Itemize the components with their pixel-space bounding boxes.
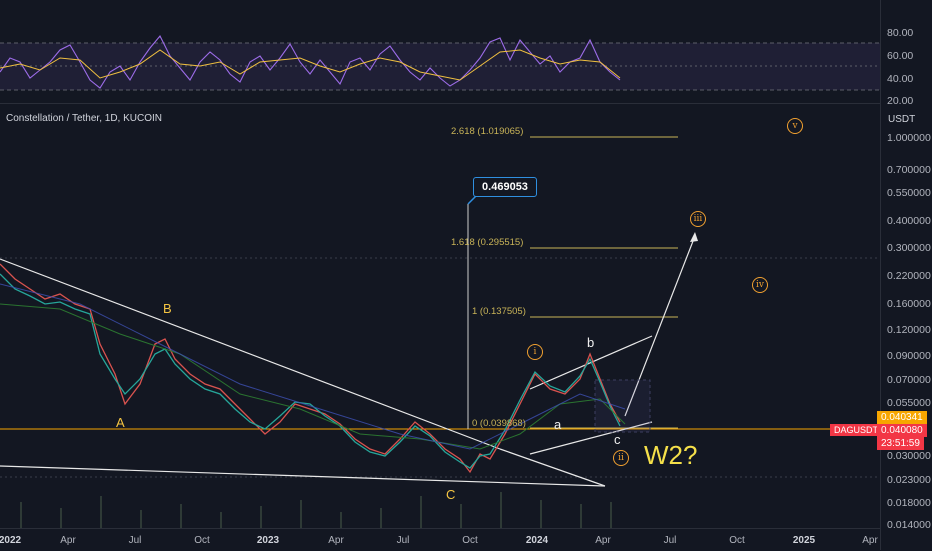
chart-title: Constellation / Tether, 1D, KUCOIN xyxy=(6,113,162,124)
price-tick: 0.160000 xyxy=(887,298,931,310)
fib-label-2618: 2.618 (1.019065) xyxy=(451,126,524,137)
price-tick: 0.055000 xyxy=(887,397,931,409)
wave-circle-ii-icon: ii xyxy=(613,450,629,466)
time-tick: Oct xyxy=(462,535,478,546)
fib-label-1618: 1.618 (0.295515) xyxy=(451,237,524,248)
price-tick: 0.018000 xyxy=(887,497,931,509)
time-tick: Apr xyxy=(595,535,611,546)
wave-label-C: C xyxy=(446,487,456,502)
time-tick: Apr xyxy=(862,535,878,546)
price-tick: 0.120000 xyxy=(887,324,931,336)
time-tick: Oct xyxy=(729,535,745,546)
time-tick: 2024 xyxy=(525,535,549,546)
time-tick: Jul xyxy=(396,535,410,546)
wave-circle-iii-icon: iii xyxy=(690,211,706,227)
time-tick: 2022 xyxy=(0,535,22,546)
price-tick: 0.070000 xyxy=(887,374,931,386)
countdown-tag: 23:51:59 xyxy=(877,437,924,450)
wave-label-c: c xyxy=(614,432,621,447)
wave-label-B: B xyxy=(163,301,172,316)
wave-label-A: A xyxy=(116,415,125,430)
time-tick: Apr xyxy=(60,535,76,546)
time-tick: Oct xyxy=(194,535,210,546)
price-tick: 0.014000 xyxy=(887,519,931,531)
time-tick: Apr xyxy=(328,535,344,546)
rsi-tick-80: 80.00 xyxy=(887,27,914,39)
price-tick: 0.300000 xyxy=(887,242,931,254)
fib-label-1: 1 (0.137505) xyxy=(472,306,526,317)
rsi-tick-60: 60.00 xyxy=(887,50,914,62)
rsi-tick-20: 20.00 xyxy=(887,95,914,107)
price-tick: 0.550000 xyxy=(887,187,931,199)
price-unit[interactable]: USDT xyxy=(888,114,915,125)
fib-label-0: 0 (0.039868) xyxy=(472,418,526,429)
price-tag-current: 0.040341 xyxy=(877,411,927,424)
target-price-label[interactable]: 0.469053 xyxy=(473,177,537,197)
wave-circle-i-icon: i xyxy=(527,344,543,360)
price-tick: 0.023000 xyxy=(887,474,931,486)
rsi-lines xyxy=(0,35,880,91)
price-chart[interactable] xyxy=(0,104,880,528)
symbol-tag: DAGUSDT xyxy=(830,424,883,436)
price-tag-last: 0.040080 xyxy=(877,424,927,437)
price-tick: 0.700000 xyxy=(887,164,931,176)
wave-label-a: a xyxy=(554,417,562,432)
time-tick: Jul xyxy=(128,535,142,546)
wave-circle-v-icon: v xyxy=(787,118,803,134)
rsi-tick-40: 40.00 xyxy=(887,73,914,85)
time-tick: 2025 xyxy=(792,535,816,546)
wave-label-b: b xyxy=(587,335,595,350)
price-tick: 0.090000 xyxy=(887,350,931,362)
time-tick: 2023 xyxy=(256,535,280,546)
wave-circle-iv-icon: iv xyxy=(752,277,768,293)
price-tick: 0.220000 xyxy=(887,270,931,282)
price-tick: 0.030000 xyxy=(887,450,931,462)
price-tick: 0.400000 xyxy=(887,215,931,227)
w2-annotation: W2? xyxy=(644,440,698,470)
time-tick: Jul xyxy=(663,535,677,546)
price-tick: 1.000000 xyxy=(887,132,931,144)
